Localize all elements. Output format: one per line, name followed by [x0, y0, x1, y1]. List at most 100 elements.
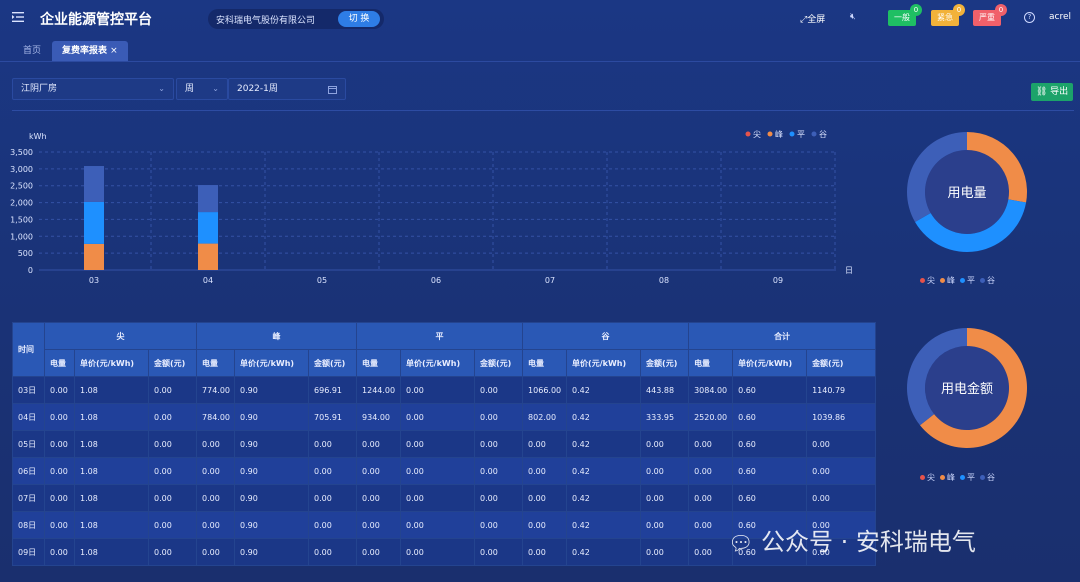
table-cell: 0.00: [308, 430, 358, 458]
table-cell: 0.90: [234, 376, 310, 404]
tab-tariff-report[interactable]: 复费率报表 ×: [52, 41, 128, 61]
legend-item[interactable]: 尖: [920, 472, 935, 483]
table-cell: 0.00: [474, 403, 524, 431]
table-cell: 1140.79: [806, 376, 877, 404]
table-cell: 0.42: [566, 403, 642, 431]
y-tick-label: 2,000: [10, 199, 33, 208]
donut-legend: 尖峰平谷: [920, 275, 1000, 286]
column-header: 电量: [196, 349, 236, 377]
table-cell: 0.00: [806, 430, 877, 458]
legend-dot: [960, 475, 965, 480]
legend-item[interactable]: 平: [960, 275, 975, 286]
table-cell: 0.00: [522, 511, 568, 539]
group-header: 谷: [522, 322, 690, 350]
table-cell: 0.00: [640, 484, 690, 512]
legend-item[interactable]: 谷: [980, 275, 995, 286]
column-header: 电量: [356, 349, 402, 377]
table-row: 05日 0.00 1.08 0.00 0.00 0.90 0.00 0.00 0.00 0.00 0…: [12, 430, 877, 458]
watermark: 💬︎ 公众号 · 安科瑞电气: [728, 522, 976, 557]
table-cell: 0.00: [400, 430, 476, 458]
table-cell: 934.00: [356, 403, 402, 431]
table-cell: 0.00: [474, 376, 524, 404]
table-cell: 0.00: [522, 538, 568, 566]
table-cell: 1039.86: [806, 403, 877, 431]
bar-segment-谷[interactable]: [198, 185, 218, 213]
legend-dot: [940, 278, 945, 283]
site-select[interactable]: 江阴厂房 ⌄: [12, 78, 174, 100]
table-cell: 0.42: [566, 484, 642, 512]
tab-home[interactable]: 首页: [13, 41, 51, 61]
alarm-badge-urgent[interactable]: 紧急 0: [931, 4, 965, 26]
table-cell: 1066.00: [522, 376, 568, 404]
company-name: 安科瑞电气股份有限公司: [216, 16, 316, 26]
mute-icon[interactable]: 🔇︎: [850, 12, 856, 22]
table-cell: 0.00: [147, 538, 198, 566]
legend-dot: [767, 131, 773, 137]
table-cell: 0.00: [44, 484, 75, 512]
table-cell: 0.00: [400, 376, 476, 404]
legend-dot: [980, 278, 985, 283]
table-cell: 1.08: [74, 484, 149, 512]
bar-segment-峰[interactable]: [84, 243, 104, 270]
tab-bar: 首页 复费率报表 ×: [0, 38, 1080, 62]
table-cell: 0.00: [147, 511, 198, 539]
menu-icon[interactable]: [12, 11, 24, 23]
table-cell: 0.90: [234, 484, 310, 512]
y-tick-label: 2,500: [10, 182, 33, 191]
help-icon[interactable]: ?: [1024, 12, 1035, 23]
column-header: 金额(元): [640, 349, 690, 377]
legend-label: 尖: [927, 276, 935, 285]
table-cell: 0.00: [400, 457, 476, 485]
table-cell: 0.00: [147, 403, 198, 431]
table-cell: 0.00: [44, 538, 75, 566]
table-cell: 696.91: [308, 376, 358, 404]
x-tick-label: 09: [773, 276, 783, 285]
legend-label[interactable]: 谷: [819, 130, 827, 139]
bar-segment-谷[interactable]: [84, 166, 104, 202]
legend-item[interactable]: 谷: [980, 472, 995, 483]
legend-item[interactable]: 平: [960, 472, 975, 483]
table-cell: 1.08: [74, 403, 149, 431]
table-cell: 0.00: [688, 484, 734, 512]
bar-segment-平[interactable]: [84, 201, 104, 244]
export-button[interactable]: ⛓︎ 导出: [1031, 83, 1073, 101]
period-select[interactable]: 周 ⌄: [176, 78, 228, 100]
table-cell: 0.00: [400, 538, 476, 566]
x-tick-label: 04: [203, 276, 213, 285]
legend-label[interactable]: 尖: [753, 129, 761, 139]
table-cell: 0.00: [44, 511, 75, 539]
legend-label[interactable]: 峰: [775, 129, 783, 139]
legend-dot: [920, 475, 925, 480]
y-tick-label: 0: [28, 266, 33, 275]
table-cell: 0.00: [356, 511, 402, 539]
x-tick-label: 05: [317, 276, 327, 285]
alarm-badge-critical[interactable]: 严重 0: [973, 4, 1007, 26]
table-cell: 0.00: [522, 430, 568, 458]
column-header: 电量: [688, 349, 734, 377]
legend-dot: [745, 131, 751, 137]
table-cell: 1.08: [74, 511, 149, 539]
bar-segment-平[interactable]: [198, 212, 218, 244]
row-date-cell: 08日: [12, 511, 45, 539]
table-cell: 0.00: [474, 430, 524, 458]
table-cell: 0.00: [474, 511, 524, 539]
close-icon[interactable]: ×: [110, 46, 118, 56]
legend-item[interactable]: 峰: [940, 275, 955, 286]
date-picker[interactable]: 2022-1周: [228, 78, 346, 100]
legend-dot: [920, 278, 925, 283]
bar-segment-峰[interactable]: [198, 243, 218, 270]
calendar-icon: [328, 86, 337, 94]
username[interactable]: acrel: [1049, 12, 1071, 22]
legend-label[interactable]: 平: [797, 130, 805, 139]
group-header: 峰: [196, 322, 358, 350]
legend-item[interactable]: 尖: [920, 275, 935, 286]
alarm-badge-normal[interactable]: 一般 0: [888, 4, 922, 26]
legend-item[interactable]: 峰: [940, 472, 955, 483]
table-cell: 1244.00: [356, 376, 402, 404]
table-cell: 0.00: [640, 538, 690, 566]
switch-company-button[interactable]: 切 换: [338, 11, 380, 27]
table-cell: 0.00: [400, 403, 476, 431]
table-cell: 0.60: [732, 376, 808, 404]
fullscreen-button[interactable]: ⤢全屏: [800, 12, 825, 25]
table-cell: 0.00: [640, 457, 690, 485]
